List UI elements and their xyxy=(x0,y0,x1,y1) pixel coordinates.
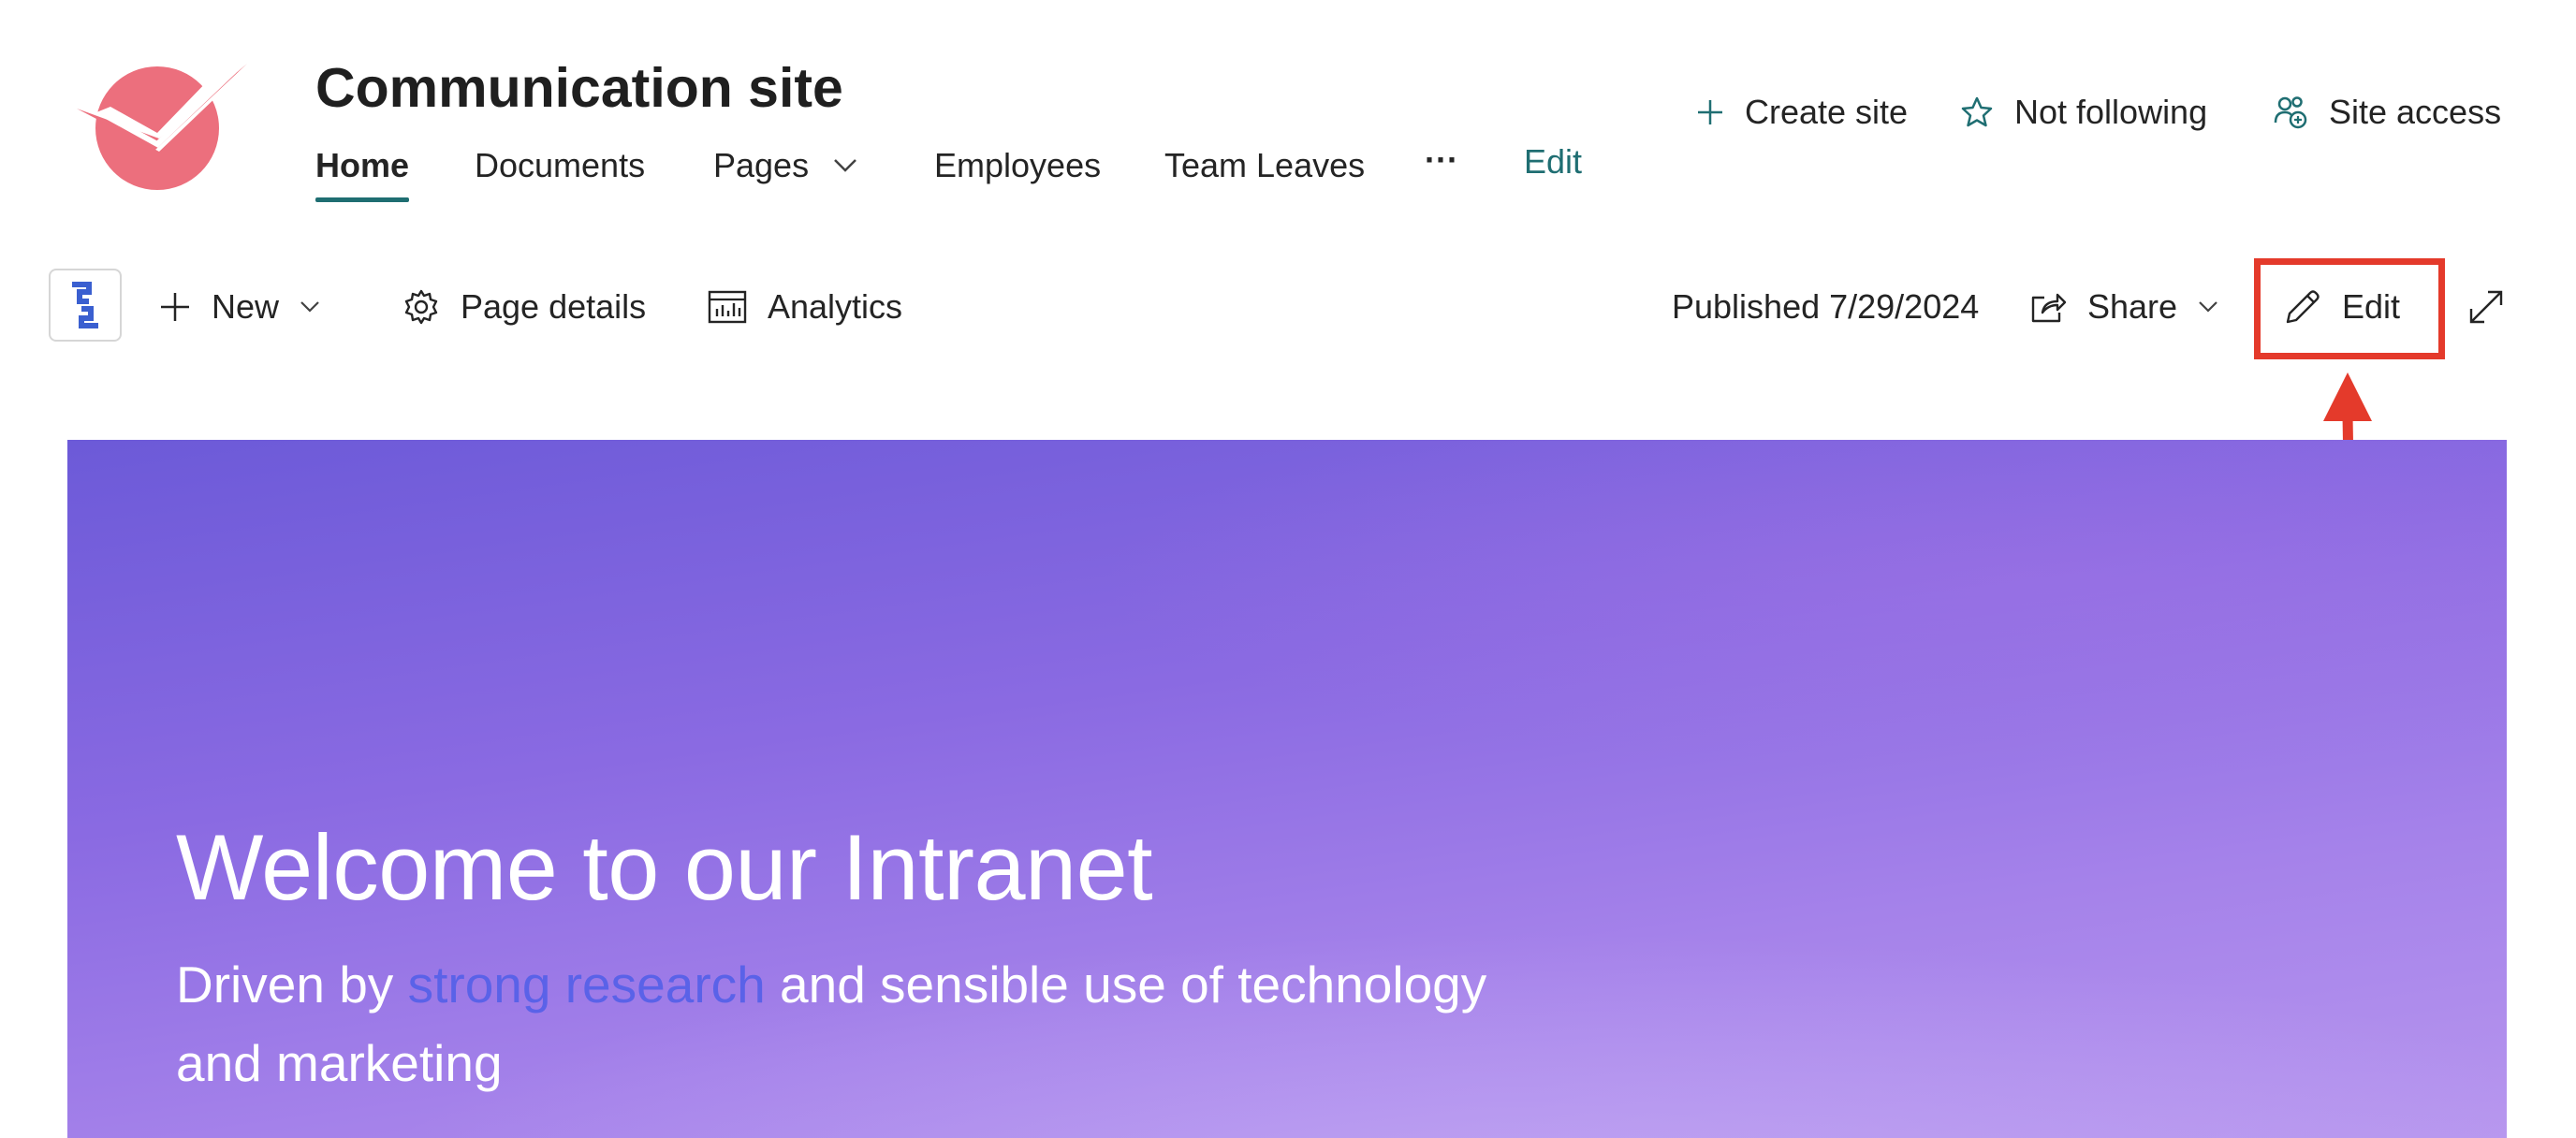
share-button[interactable]: Share xyxy=(2029,284,2218,329)
page-details-button[interactable]: Page details xyxy=(402,284,646,329)
page-details-label: Page details xyxy=(461,287,647,326)
follow-button[interactable]: Not following xyxy=(1960,92,2207,133)
gear-icon xyxy=(404,289,438,325)
site-access-button[interactable]: Site access xyxy=(2273,92,2501,133)
chevron-down-icon xyxy=(834,159,856,172)
analytics-label: Analytics xyxy=(768,287,903,326)
edit-highlight-box xyxy=(2254,258,2445,359)
nav-item-team-leaves[interactable]: Team Leaves xyxy=(1164,146,1365,185)
nav-item-pages[interactable]: Pages xyxy=(713,146,857,185)
nav-item-documents[interactable]: Documents xyxy=(475,146,645,185)
plus-icon xyxy=(1698,100,1722,124)
hero-subtitle-text: Driven by xyxy=(176,956,408,1014)
star-icon xyxy=(1961,96,1993,127)
follow-label: Not following xyxy=(2014,93,2208,131)
nav-edit-link[interactable]: Edit xyxy=(1524,142,1582,182)
create-site-label: Create site xyxy=(1745,93,1909,131)
analytics-chart-icon xyxy=(708,290,747,324)
people-settings-icon xyxy=(2274,96,2307,129)
nav-item-pages-label: Pages xyxy=(713,146,810,184)
plus-icon xyxy=(161,293,189,321)
hero-subtitle-link[interactable]: strong research xyxy=(408,956,766,1014)
create-site-button[interactable]: Create site xyxy=(1696,92,1908,133)
hero-title: Welcome to our Intranet xyxy=(176,815,1153,919)
site-title[interactable]: Communication site xyxy=(315,56,843,120)
site-logo[interactable] xyxy=(73,58,247,191)
nav-item-home[interactable]: Home xyxy=(315,146,409,185)
chevron-down-icon xyxy=(2199,301,2217,313)
share-label: Share xyxy=(2087,287,2178,326)
site-logo-checkmark-icon xyxy=(77,64,247,190)
hero-subtitle: Driven by strong research and sensible u… xyxy=(176,945,1561,1102)
expand-icon xyxy=(2469,290,2503,324)
hero-banner: Welcome to our Intranet Driven by strong… xyxy=(67,440,2507,1138)
share-icon xyxy=(2031,293,2067,323)
expand-button[interactable] xyxy=(2467,284,2505,329)
chevron-down-icon xyxy=(300,301,319,313)
analytics-button[interactable]: Analytics xyxy=(708,284,902,329)
new-label: New xyxy=(212,287,280,326)
published-status: Published 7/29/2024 xyxy=(1672,287,1980,326)
app-logo-icon xyxy=(72,282,98,328)
nav-item-employees[interactable]: Employees xyxy=(934,146,1101,185)
site-access-label: Site access xyxy=(2329,93,2502,131)
nav-active-indicator xyxy=(315,197,409,202)
nav-more-button[interactable]: ··· xyxy=(1425,140,1458,180)
app-launcher-tile[interactable] xyxy=(49,269,122,342)
new-button[interactable]: New xyxy=(159,284,320,329)
